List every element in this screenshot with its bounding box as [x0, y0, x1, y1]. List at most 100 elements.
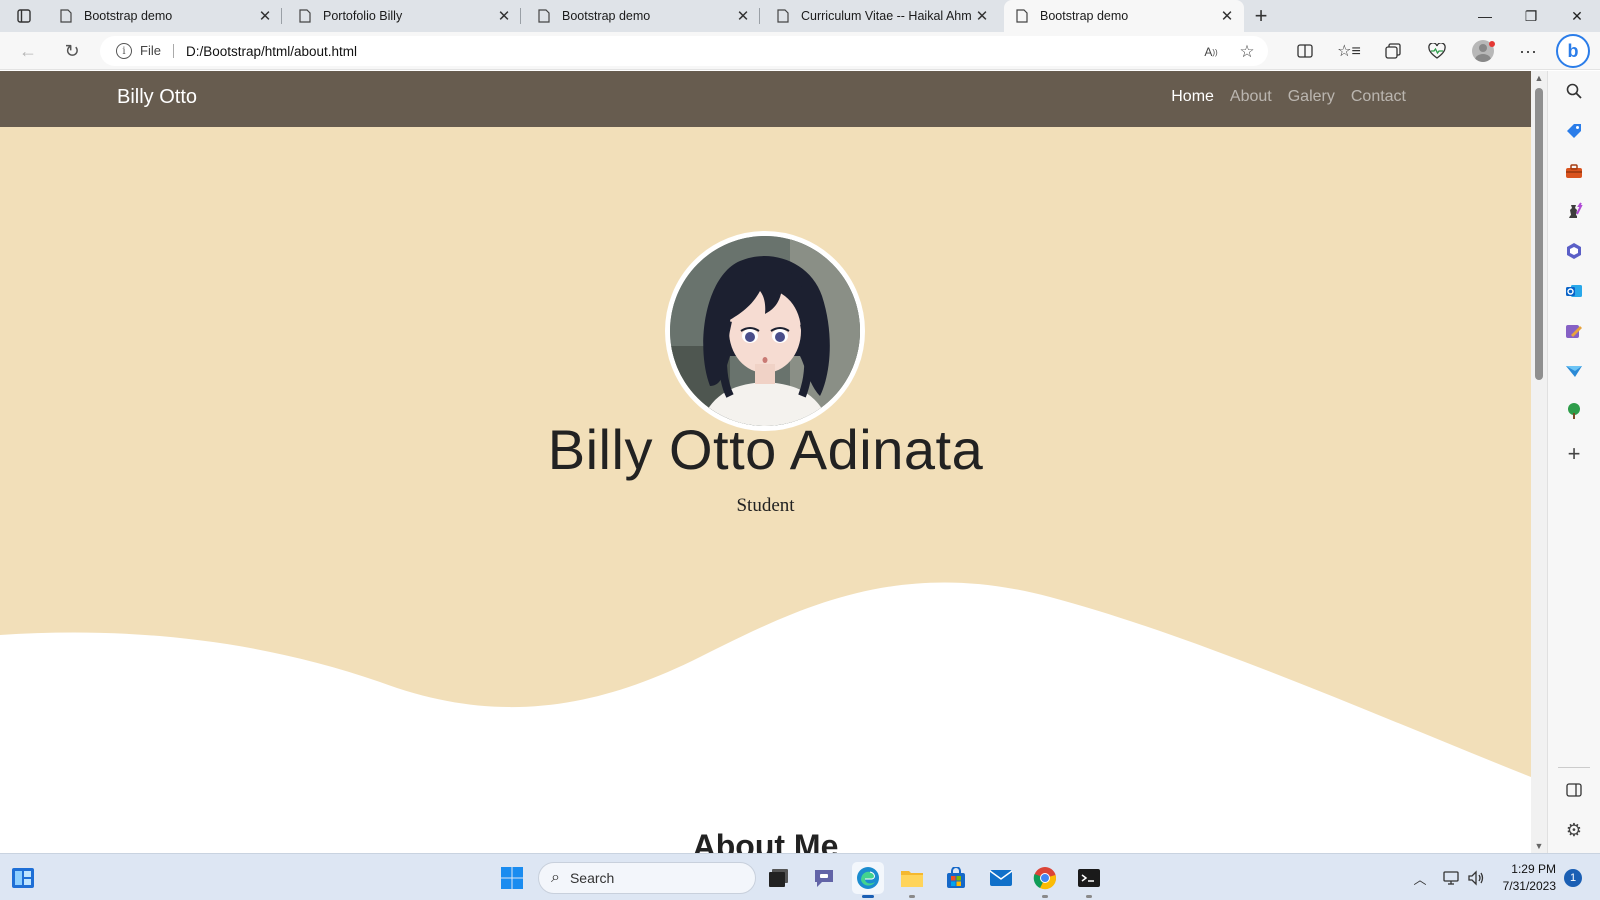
favorite-star-icon[interactable]: ☆ — [1238, 42, 1256, 61]
notification-dot — [1489, 41, 1495, 47]
search-placeholder: Search — [569, 870, 615, 886]
file-explorer-button[interactable] — [896, 862, 928, 894]
scroll-down-arrow-icon[interactable]: ▼ — [1534, 841, 1544, 851]
scroll-up-arrow-icon[interactable]: ▲ — [1534, 73, 1544, 83]
bing-icon: b — [1567, 40, 1579, 61]
folder-icon — [901, 871, 923, 887]
scrollbar-thumb[interactable] — [1535, 88, 1543, 380]
taskbar-search[interactable]: ⌕ Search — [538, 862, 756, 894]
hero-role: Student — [736, 495, 795, 516]
nav-links: Home About Galery Contact — [1171, 88, 1406, 106]
clock-date: 7/31/2023 — [1502, 879, 1556, 893]
windows-taskbar: ⌕ Search ︿ 1:29 PM 7/31/2023 1 — [0, 853, 1600, 900]
page-scrollbar[interactable]: ▲ ▼ — [1531, 71, 1547, 853]
sidebar-add-button[interactable]: + — [1559, 439, 1589, 469]
close-tab-icon[interactable]: ✕ — [493, 5, 515, 27]
close-tab-icon[interactable]: ✕ — [254, 5, 276, 27]
toolbox-icon — [1566, 164, 1582, 178]
close-window-button[interactable]: ✕ — [1554, 0, 1600, 32]
arrow-left-icon: ← — [19, 40, 37, 61]
minimize-icon: — — [1478, 8, 1492, 24]
outlook-icon — [1566, 285, 1582, 297]
plus-icon: + — [1254, 3, 1268, 28]
tab-title: Portofolio Billy — [323, 9, 403, 23]
site-navbar: Billy Otto Home About Galery Contact — [0, 71, 1531, 127]
mail-envelope-icon — [989, 870, 1013, 886]
bing-copilot-button[interactable]: b — [1556, 34, 1590, 68]
page-icon — [58, 8, 74, 24]
terminal-button[interactable] — [1073, 862, 1105, 894]
tab-actions-icon — [17, 9, 31, 23]
tab-title: Curriculum Vitae -- Haikal Ahmad — [801, 9, 971, 23]
sidebar-shopping-button[interactable] — [1559, 116, 1589, 146]
page-viewport: Billy Otto Home About Galery Contact Bil… — [0, 71, 1531, 853]
restore-button[interactable]: ❐ — [1508, 0, 1554, 32]
sidebar-tools-button[interactable] — [1559, 156, 1589, 186]
close-icon: ✕ — [1571, 7, 1583, 24]
microsoft-store-button[interactable] — [940, 862, 972, 894]
widgets-button[interactable] — [7, 862, 39, 894]
tab-1[interactable]: Bootstrap demo ✕ — [48, 0, 282, 32]
collections-button[interactable] — [1378, 37, 1408, 65]
split-screen-icon — [1297, 44, 1313, 58]
address-bar[interactable]: i File D:/Bootstrap/html/about.html A)) … — [100, 36, 1268, 66]
nav-link-galery[interactable]: Galery — [1288, 88, 1335, 106]
browser-essentials-button[interactable] — [1422, 37, 1452, 65]
url-text[interactable]: D:/Bootstrap/html/about.html — [186, 44, 357, 59]
nav-link-home[interactable]: Home — [1171, 88, 1214, 106]
system-clock[interactable]: 1:29 PM 7/31/2023 — [1496, 861, 1556, 895]
close-tab-icon[interactable]: ✕ — [732, 5, 754, 27]
sidebar-games-button[interactable] — [1559, 196, 1589, 226]
sidebar-settings-button[interactable]: ⚙ — [1559, 815, 1589, 845]
sidebar-send-button[interactable] — [1559, 356, 1589, 386]
sidebar-m365-button[interactable] — [1559, 236, 1589, 266]
search-icon — [1566, 83, 1582, 99]
tab-5-active[interactable]: Bootstrap demo ✕ — [1004, 0, 1244, 32]
show-hidden-icons-button[interactable]: ︿ — [1404, 862, 1436, 894]
tab-title: Bootstrap demo — [562, 9, 651, 23]
chrome-icon — [1033, 867, 1056, 890]
sidebar-outlook-button[interactable] — [1559, 276, 1589, 306]
chrome-button[interactable] — [1029, 862, 1061, 894]
tab-actions-button[interactable] — [8, 5, 40, 27]
sidebar-search-button[interactable] — [1559, 76, 1589, 106]
edge-browser-icon — [857, 867, 879, 889]
site-brand[interactable]: Billy Otto — [117, 86, 197, 109]
teams-chat-button[interactable] — [808, 862, 840, 894]
hero-section: Billy Otto Adinata Student — [0, 127, 1531, 853]
start-button[interactable] — [496, 862, 528, 894]
edge-taskbar-button[interactable] — [852, 862, 884, 894]
sidebar-tree-button[interactable] — [1559, 396, 1589, 426]
tab-2[interactable]: Portofolio Billy ✕ — [287, 0, 521, 32]
active-app-indicator — [862, 895, 874, 898]
volume-button[interactable] — [1460, 862, 1492, 894]
back-button[interactable]: ← — [13, 37, 43, 65]
hide-sidebar-button[interactable] — [1559, 775, 1589, 805]
split-screen-button[interactable] — [1290, 37, 1320, 65]
restore-icon: ❐ — [1524, 7, 1538, 24]
sidebar-divider — [1558, 767, 1590, 768]
mail-button[interactable] — [985, 862, 1017, 894]
panel-toggle-icon — [1566, 783, 1582, 797]
tab-4[interactable]: Curriculum Vitae -- Haikal Ahmad ✕ — [765, 0, 999, 32]
info-icon[interactable]: i — [116, 43, 132, 59]
nav-link-contact[interactable]: Contact — [1351, 88, 1406, 106]
profile-button[interactable] — [1468, 37, 1498, 65]
read-aloud-icon[interactable]: A)) — [1202, 43, 1220, 61]
sidebar-designer-button[interactable] — [1559, 316, 1589, 346]
tab-3[interactable]: Bootstrap demo ✕ — [526, 0, 760, 32]
settings-more-button[interactable]: ··· — [1513, 37, 1543, 65]
nav-link-about[interactable]: About — [1230, 88, 1272, 106]
notification-badge[interactable]: 1 — [1564, 869, 1582, 887]
minimize-button[interactable]: — — [1462, 0, 1508, 32]
task-view-button[interactable] — [763, 862, 795, 894]
refresh-button[interactable]: ↻ — [57, 37, 87, 65]
page-icon — [775, 8, 791, 24]
new-tab-button[interactable]: + — [1248, 3, 1274, 29]
page-icon — [1014, 8, 1030, 24]
profile-photo — [665, 231, 865, 431]
favorites-button[interactable]: ☆≡ — [1334, 37, 1364, 65]
close-tab-icon[interactable]: ✕ — [971, 5, 993, 27]
edge-sidebar: + ⚙ — [1547, 71, 1600, 853]
close-tab-icon[interactable]: ✕ — [1216, 5, 1238, 27]
